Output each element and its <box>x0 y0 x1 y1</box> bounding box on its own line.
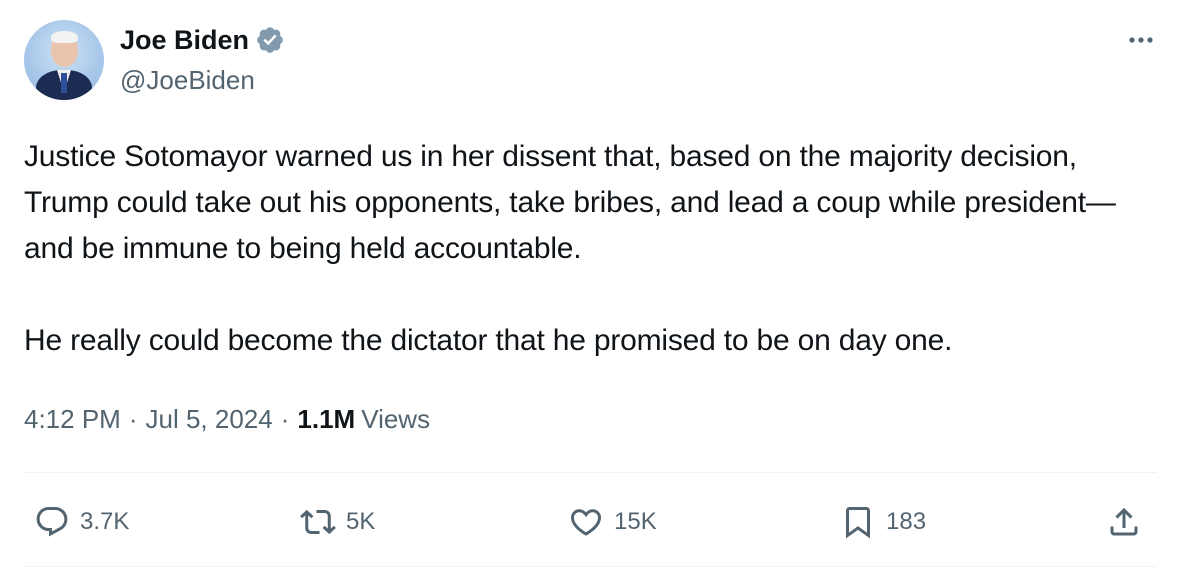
divider <box>24 566 1156 567</box>
tweet-card: Joe Biden @JoeBiden Justice Sotomayor wa… <box>0 0 1188 574</box>
heart-icon <box>568 504 604 540</box>
share-button[interactable] <box>1106 500 1142 544</box>
author-display-name[interactable]: Joe Biden <box>120 24 249 56</box>
verified-badge-icon[interactable] <box>255 25 285 55</box>
repost-icon <box>300 504 336 540</box>
meta-separator: · <box>280 404 290 434</box>
bookmark-count: 183 <box>886 508 927 535</box>
avatar-tie <box>61 73 67 93</box>
tweet-time[interactable]: 4:12 PM <box>24 402 121 436</box>
repost-button[interactable]: 5K <box>300 500 375 544</box>
avatar[interactable] <box>24 20 104 100</box>
bookmark-icon <box>840 504 876 540</box>
repost-count: 5K <box>346 508 376 535</box>
action-bar: 3.7K 5K 15K 183 <box>24 500 1156 544</box>
avatar-hair <box>51 31 78 43</box>
views-label[interactable]: Views <box>361 402 430 436</box>
like-button[interactable]: 15K <box>568 500 657 544</box>
like-count: 15K <box>614 508 657 535</box>
bookmark-button[interactable]: 183 <box>840 500 926 544</box>
tweet-paragraph: Justice Sotomayor warned us in her disse… <box>24 140 1116 265</box>
divider <box>24 472 1156 473</box>
tweet-text: Justice Sotomayor warned us in her disse… <box>24 134 1164 364</box>
reply-button[interactable]: 3.7K <box>34 500 129 544</box>
author-name-row: Joe Biden <box>120 24 285 56</box>
more-options-icon[interactable] <box>1124 26 1158 54</box>
share-icon <box>1106 504 1142 540</box>
author-handle[interactable]: @JoeBiden <box>120 64 255 96</box>
tweet-metadata: 4:12 PM · Jul 5, 2024 · 1.1M Views <box>24 402 430 436</box>
tweet-paragraph: He really could become the dictator that… <box>24 324 953 357</box>
views-count[interactable]: 1.1M <box>297 402 355 436</box>
meta-separator: · <box>128 404 138 434</box>
tweet-date[interactable]: Jul 5, 2024 <box>146 402 273 436</box>
reply-count: 3.7K <box>80 508 130 535</box>
reply-icon <box>34 504 70 540</box>
